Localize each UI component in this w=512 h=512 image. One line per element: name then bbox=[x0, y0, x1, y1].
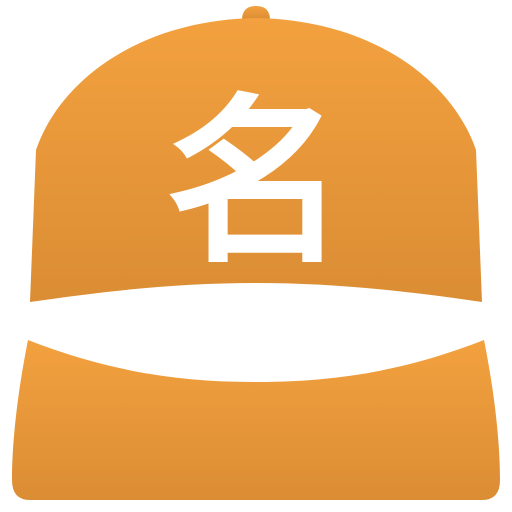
cap-icon-canvas: 名 bbox=[0, 0, 512, 512]
cap-button bbox=[242, 6, 270, 20]
cap-kanji-label: 名 bbox=[165, 79, 346, 288]
